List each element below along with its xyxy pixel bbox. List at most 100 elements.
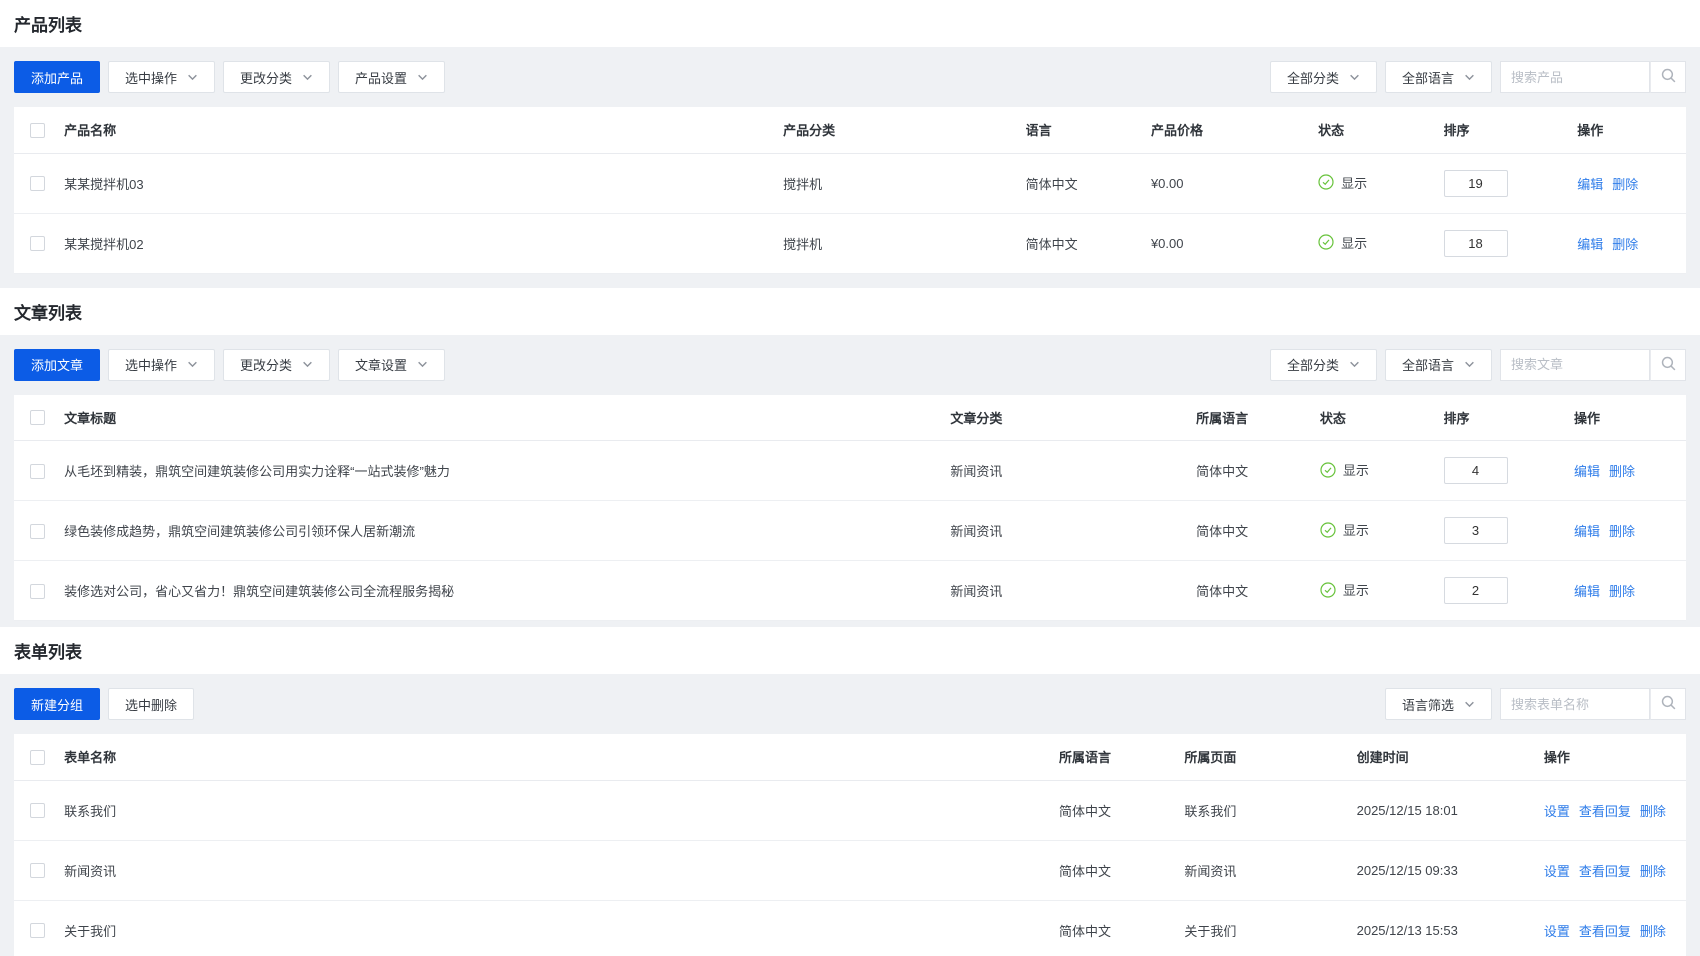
forms-table: 表单名称 所属语言 所属页面 创建时间 操作 联系我们 简体中文 联系我们 20…: [14, 734, 1686, 956]
product-price: ¥0.00: [1151, 153, 1318, 213]
edit-link[interactable]: 编辑: [1574, 464, 1600, 479]
form-language: 简体中文: [1059, 900, 1184, 956]
row-checkbox[interactable]: [30, 923, 45, 938]
chevron-down-icon: [1349, 72, 1360, 83]
edit-link[interactable]: 编辑: [1574, 524, 1600, 539]
settings-link[interactable]: 设置: [1544, 804, 1570, 819]
select-all-checkbox[interactable]: [30, 410, 45, 425]
products-header-row: 产品名称 产品分类 语言 产品价格 状态 排序 操作: [14, 107, 1686, 153]
selected-actions-dropdown[interactable]: 选中操作: [108, 61, 215, 93]
new-group-button[interactable]: 新建分组: [14, 688, 100, 720]
articles-section-title: 文章列表: [0, 288, 1700, 335]
table-row: 某某搅拌机03 搅拌机 简体中文 ¥0.00 显示 编辑删除: [14, 153, 1686, 213]
delete-link[interactable]: 删除: [1640, 864, 1666, 879]
language-filter-dropdown[interactable]: 全部语言: [1385, 349, 1492, 381]
form-created-time: 2025/12/15 09:33: [1357, 840, 1544, 900]
change-category-label: 更改分类: [240, 355, 292, 374]
settings-link[interactable]: 设置: [1544, 864, 1570, 879]
articles-table: 文章标题 文章分类 所属语言 状态 排序 操作 从毛坯到精装，鼎筑空间建筑装修公…: [14, 395, 1686, 622]
settings-link[interactable]: 设置: [1544, 924, 1570, 939]
article-settings-dropdown[interactable]: 文章设置: [338, 349, 445, 381]
form-created-time: 2025/12/13 15:53: [1357, 900, 1544, 956]
column-header: 操作: [1574, 395, 1686, 441]
edit-link[interactable]: 编辑: [1577, 237, 1603, 252]
article-language: 简体中文: [1196, 441, 1320, 501]
selected-actions-label: 选中操作: [125, 355, 177, 374]
delete-link[interactable]: 删除: [1640, 804, 1666, 819]
row-checkbox[interactable]: [30, 236, 45, 251]
search-icon: [1660, 355, 1677, 375]
change-category-dropdown[interactable]: 更改分类: [223, 61, 330, 93]
edit-link[interactable]: 编辑: [1574, 584, 1600, 599]
row-checkbox[interactable]: [30, 863, 45, 878]
sort-input[interactable]: [1444, 170, 1508, 197]
delete-link[interactable]: 删除: [1609, 584, 1635, 599]
delete-link[interactable]: 删除: [1609, 524, 1635, 539]
product-language: 简体中文: [1026, 153, 1151, 213]
view-replies-link[interactable]: 查看回复: [1579, 864, 1631, 879]
select-all-checkbox[interactable]: [30, 123, 45, 138]
select-all-checkbox[interactable]: [30, 750, 45, 765]
article-category: 新闻资讯: [950, 561, 1196, 621]
product-settings-dropdown[interactable]: 产品设置: [338, 61, 445, 93]
table-row: 装修选对公司，省心又省力！鼎筑空间建筑装修公司全流程服务揭秘 新闻资讯 简体中文…: [14, 561, 1686, 621]
article-language: 简体中文: [1196, 561, 1320, 621]
product-name: 某某搅拌机02: [64, 213, 783, 273]
product-search-input[interactable]: [1500, 61, 1650, 93]
delete-link[interactable]: 删除: [1609, 464, 1635, 479]
sort-input[interactable]: [1444, 457, 1508, 484]
delete-selected-label: 选中删除: [125, 695, 177, 714]
add-article-button[interactable]: 添加文章: [14, 349, 100, 381]
row-checkbox[interactable]: [30, 803, 45, 818]
sort-input[interactable]: [1444, 577, 1508, 604]
form-search-input[interactable]: [1500, 688, 1650, 720]
status-badge: 显示: [1318, 233, 1367, 252]
form-page: 联系我们: [1184, 780, 1356, 840]
row-checkbox[interactable]: [30, 524, 45, 539]
sort-input[interactable]: [1444, 230, 1508, 257]
row-checkbox[interactable]: [30, 584, 45, 599]
product-category: 搅拌机: [783, 213, 1025, 273]
column-header: 排序: [1444, 395, 1574, 441]
table-row: 新闻资讯 简体中文 新闻资讯 2025/12/15 09:33 设置查看回复删除: [14, 840, 1686, 900]
status-label: 显示: [1343, 580, 1369, 599]
column-header: 状态: [1318, 107, 1443, 153]
form-name: 关于我们: [64, 900, 1059, 956]
product-search-button[interactable]: [1650, 61, 1686, 93]
check-circle-icon: [1320, 582, 1336, 598]
column-header: 排序: [1444, 107, 1578, 153]
view-replies-link[interactable]: 查看回复: [1579, 924, 1631, 939]
sort-input[interactable]: [1444, 517, 1508, 544]
delete-link[interactable]: 删除: [1640, 924, 1666, 939]
language-filter-dropdown[interactable]: 语言筛选: [1385, 688, 1492, 720]
change-category-dropdown[interactable]: 更改分类: [223, 349, 330, 381]
articles-header-row: 文章标题 文章分类 所属语言 状态 排序 操作: [14, 395, 1686, 441]
delete-link[interactable]: 删除: [1612, 177, 1638, 192]
category-filter-dropdown[interactable]: 全部分类: [1270, 349, 1377, 381]
products-section: 产品列表 添加产品 选中操作 更改分类 产品设置 全部分类 全部语言: [0, 0, 1700, 288]
add-product-button[interactable]: 添加产品: [14, 61, 100, 93]
search-icon: [1660, 694, 1677, 714]
selected-actions-dropdown[interactable]: 选中操作: [108, 349, 215, 381]
status-badge: 显示: [1320, 580, 1369, 599]
article-search-button[interactable]: [1650, 349, 1686, 381]
status-badge: 显示: [1318, 173, 1367, 192]
category-filter-dropdown[interactable]: 全部分类: [1270, 61, 1377, 93]
article-category: 新闻资讯: [950, 441, 1196, 501]
view-replies-link[interactable]: 查看回复: [1579, 804, 1631, 819]
article-search-input[interactable]: [1500, 349, 1650, 381]
form-search-button[interactable]: [1650, 688, 1686, 720]
row-checkbox[interactable]: [30, 464, 45, 479]
status-badge: 显示: [1320, 520, 1369, 539]
delete-selected-button[interactable]: 选中删除: [108, 688, 194, 720]
delete-link[interactable]: 删除: [1612, 237, 1638, 252]
chevron-down-icon: [1349, 359, 1360, 370]
form-search: [1500, 688, 1686, 720]
edit-link[interactable]: 编辑: [1577, 177, 1603, 192]
language-filter-dropdown[interactable]: 全部语言: [1385, 61, 1492, 93]
column-header: 创建时间: [1357, 734, 1544, 780]
forms-section-title: 表单列表: [0, 627, 1700, 674]
column-header: 文章分类: [950, 395, 1196, 441]
article-settings-label: 文章设置: [355, 355, 407, 374]
row-checkbox[interactable]: [30, 176, 45, 191]
